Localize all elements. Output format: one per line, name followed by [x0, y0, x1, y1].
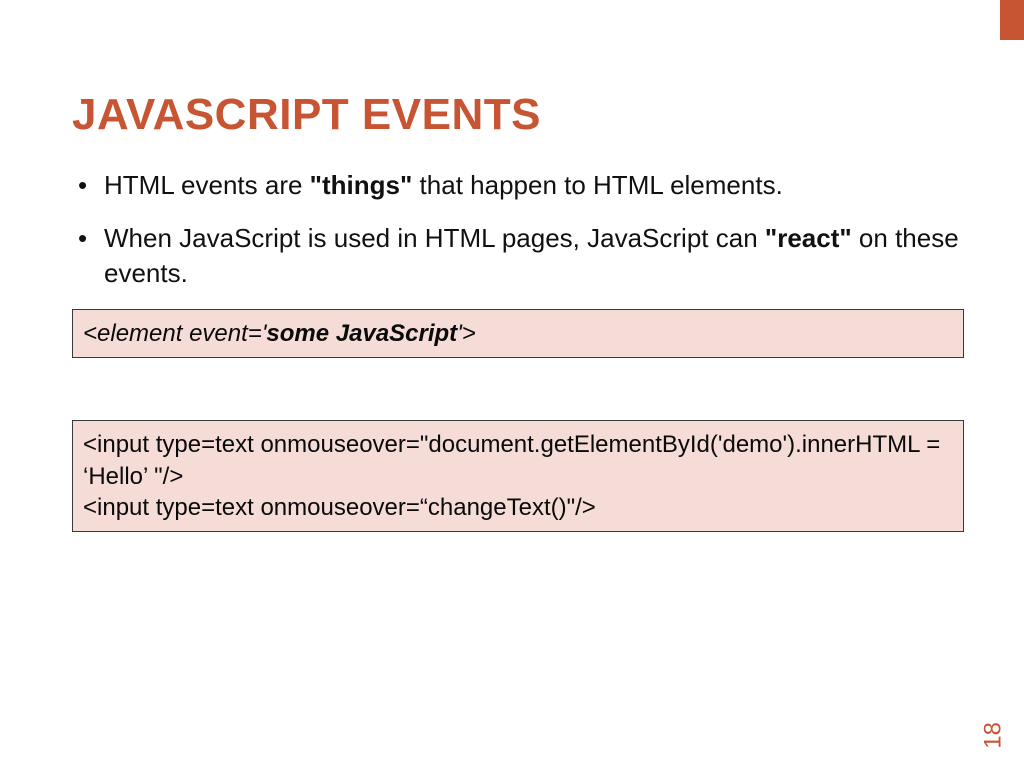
slide-body: JAVASCRIPT EVENTS HTML events are "thing… — [0, 0, 1024, 768]
code-fragment: > — [462, 320, 476, 347]
bullet-list: HTML events are "things" that happen to … — [72, 168, 964, 291]
text-fragment: that happen to HTML elements. — [412, 170, 782, 200]
page-number: 18 — [980, 722, 1008, 749]
text-fragment: When JavaScript is used in HTML pages, J… — [104, 223, 765, 253]
bullet-item-1: HTML events are "things" that happen to … — [72, 168, 964, 203]
syntax-box: <element event='some JavaScript'> — [72, 309, 964, 358]
slide-title: JAVASCRIPT EVENTS — [72, 90, 964, 140]
text-fragment: HTML events are — [104, 170, 310, 200]
code-line-1: <input type=text onmouseover="document.g… — [83, 429, 953, 491]
text-bold: "react" — [765, 223, 852, 253]
bullet-item-2: When JavaScript is used in HTML pages, J… — [72, 221, 964, 291]
example-box: <input type=text onmouseover="document.g… — [72, 420, 964, 532]
code-fragment: element — [97, 320, 182, 347]
code-fragment: = — [248, 320, 262, 347]
code-fragment: event — [189, 320, 248, 347]
code-line-2: <input type=text onmouseover=“changeText… — [83, 492, 953, 523]
code-fragment: < — [83, 320, 97, 347]
code-bold-fragment: some JavaScript — [266, 320, 457, 347]
text-bold: "things" — [310, 170, 413, 200]
